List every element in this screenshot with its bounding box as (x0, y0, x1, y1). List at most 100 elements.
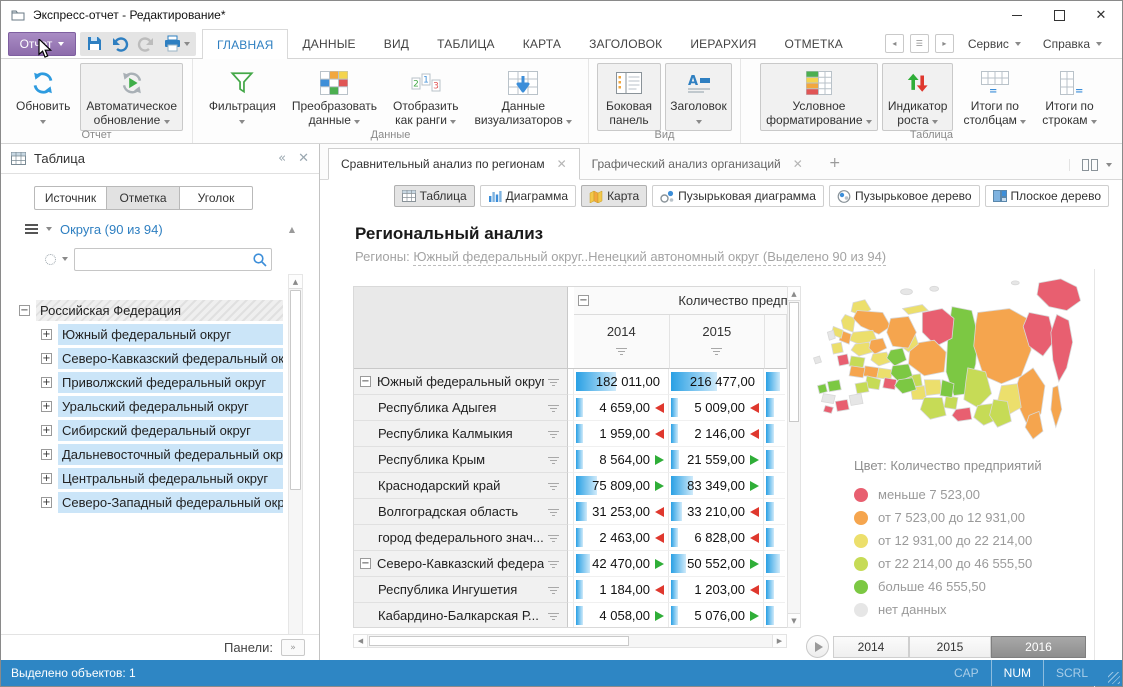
panels-expand-button[interactable]: » (281, 639, 305, 656)
year-button-2016[interactable]: 2016 (991, 636, 1086, 658)
conditional-formatting-button[interactable]: Условноеформатирование (760, 63, 878, 131)
tab-list-button[interactable]: ☰ (910, 34, 929, 53)
ribbon-tab-6[interactable]: ИЕРАРХИЯ (676, 29, 770, 59)
tree-item-7[interactable]: +Северо-Западный федеральный округ (1, 490, 319, 514)
filter-icon[interactable] (548, 481, 559, 490)
scroll-thumb[interactable] (290, 290, 301, 490)
value-cell[interactable]: 6 828,00 (669, 525, 764, 551)
value-cell[interactable]: 1 184,00 (574, 577, 669, 603)
chevron-down-icon[interactable] (46, 227, 52, 231)
scroll-left-icon[interactable]: ◀ (354, 635, 368, 647)
row-header[interactable]: Кабардино-Балкарская Р... (354, 603, 568, 628)
tree-item-6[interactable]: +Центральный федеральный округ (1, 466, 319, 490)
table-horizontal-scrollbar[interactable]: ◀ ▶ (353, 634, 787, 648)
value-cell[interactable]: 75 809,00 (574, 473, 669, 499)
value-cell[interactable]: 8 564,00 (574, 447, 669, 473)
tree-expand-icon[interactable]: + (41, 329, 52, 340)
tree-item-0[interactable]: +Южный федеральный округ (1, 322, 319, 346)
row-header[interactable]: Волгоградская область (354, 499, 568, 525)
sidebar-tab-corner[interactable]: Уголок (180, 186, 253, 210)
column-group-header[interactable]: − Количество предприятий (574, 287, 787, 315)
transform-data-button[interactable]: Преобразоватьданные (286, 63, 383, 131)
growth-indicator-button[interactable]: Индикаторроста (882, 63, 954, 131)
play-button[interactable] (806, 635, 829, 658)
visualizer-data-button[interactable]: Данныевизуализаторов (468, 63, 578, 131)
filter-icon[interactable] (548, 455, 559, 464)
row-header[interactable]: Республика Калмыкия (354, 421, 568, 447)
doc-tab-graphic-analysis[interactable]: Графический анализ организаций✕ (580, 149, 815, 179)
refresh-button[interactable]: Обновить (10, 63, 76, 131)
column-header-partial[interactable] (765, 315, 787, 369)
filter-icon[interactable] (548, 585, 559, 594)
row-header[interactable]: город федерального знач... (354, 525, 568, 551)
close-tab-icon[interactable]: ✕ (793, 157, 803, 171)
search-icon[interactable] (252, 252, 267, 267)
filter-icon[interactable] (548, 429, 559, 438)
resize-grip-icon[interactable] (1108, 672, 1120, 684)
table-vertical-scrollbar[interactable]: ▲ ▼ (787, 286, 801, 628)
collapse-panel-icon[interactable]: « (278, 151, 286, 166)
value-cell[interactable]: 5 076,00 (669, 603, 764, 628)
collapse-section-icon[interactable]: ▲ (289, 225, 295, 234)
show-as-ranks-button[interactable]: 213 Отобразитькак ранги (387, 63, 464, 131)
value-cell[interactable]: 216 477,00 (669, 369, 764, 395)
new-tab-button[interactable]: + (815, 155, 855, 171)
auto-refresh-button[interactable]: Автоматическоеобновление (80, 63, 183, 131)
filter-icon[interactable] (548, 403, 559, 412)
filter-icon[interactable] (548, 611, 559, 620)
row-header[interactable]: −Северо-Кавказский федера... (354, 551, 568, 577)
value-cell[interactable]: 182 011,00 (574, 369, 669, 395)
corner-header-cell[interactable] (354, 287, 568, 369)
close-tab-icon[interactable]: ✕ (557, 157, 567, 171)
ribbon-tab-5[interactable]: ЗАГОЛОВОК (575, 29, 676, 59)
chevron-down-icon[interactable] (1106, 163, 1112, 167)
row-header[interactable]: Республика Крым (354, 447, 568, 473)
doc-tab-regional-analysis[interactable]: Сравнительный анализ по регионам✕ (328, 148, 580, 180)
tree-item-5[interactable]: +Дальневосточный федеральный округ (1, 442, 319, 466)
tree-item-4[interactable]: +Сибирский федеральный округ (1, 418, 319, 442)
value-cell[interactable]: 5 009,00 (669, 395, 764, 421)
row-header[interactable]: Краснодарский край (354, 473, 568, 499)
selection-mode-icon[interactable] (45, 254, 56, 265)
sidebar-tab-source[interactable]: Источник (34, 186, 107, 210)
minimize-button[interactable] (996, 1, 1038, 29)
row-collapse-icon[interactable]: − (360, 558, 371, 569)
close-panel-icon[interactable]: ✕ (298, 151, 309, 166)
row-header[interactable]: −Южный федеральный округ (354, 369, 568, 395)
value-cell[interactable]: 42 470,00 (574, 551, 669, 577)
tree-item-2[interactable]: +Приволжский федеральный округ (1, 370, 319, 394)
search-input[interactable] (75, 249, 252, 270)
tab-scroll-right-button[interactable]: ▸ (935, 34, 954, 53)
filter-icon[interactable] (616, 346, 627, 355)
value-cell[interactable]: 1 959,00 (574, 421, 669, 447)
tree-item-3[interactable]: +Уральский федеральный округ (1, 394, 319, 418)
filter-icon[interactable] (548, 533, 559, 542)
ribbon-tab-0[interactable]: ГЛАВНАЯ (202, 29, 288, 60)
chevron-down-icon[interactable] (62, 257, 68, 261)
maximize-button[interactable] (1038, 1, 1080, 29)
districts-link[interactable]: Округа (90 из 94) (60, 222, 163, 237)
view-table-button[interactable]: Таблица (394, 185, 475, 207)
view-chart-button[interactable]: Диаграмма (480, 185, 576, 207)
ribbon-tab-7[interactable]: ОТМЕТКА (771, 29, 857, 59)
year-button-2014[interactable]: 2014 (833, 636, 909, 658)
regions-range-link[interactable]: Южный федеральный округ..Ненецкий автоно… (413, 249, 886, 266)
column-header-2015[interactable]: 2015 (670, 315, 766, 369)
row-header[interactable]: Республика Адыгея (354, 395, 568, 421)
scroll-thumb[interactable] (369, 636, 629, 646)
tree-expand-icon[interactable]: + (41, 377, 52, 388)
row-collapse-icon[interactable]: − (360, 376, 371, 387)
tree-expand-icon[interactable]: + (41, 449, 52, 460)
view-map-button[interactable]: Карта (581, 185, 647, 207)
value-cell[interactable]: 4 058,00 (574, 603, 669, 628)
filter-icon[interactable] (548, 377, 559, 386)
scroll-thumb[interactable] (789, 302, 799, 422)
value-cell[interactable]: 50 552,00 (669, 551, 764, 577)
view-bubble-chart-button[interactable]: Пузырьковая диаграмма (652, 185, 824, 207)
filter-icon[interactable] (711, 346, 722, 355)
tree-scrollbar[interactable]: ▲ ▼ (288, 274, 303, 634)
tree-item-root[interactable]: −Российская Федерация (1, 298, 319, 322)
districts-section-header[interactable]: Округа (90 из 94) ▲ (1, 214, 319, 244)
filter-icon[interactable] (548, 559, 559, 568)
filter-button[interactable]: Фильтрация (203, 63, 282, 131)
